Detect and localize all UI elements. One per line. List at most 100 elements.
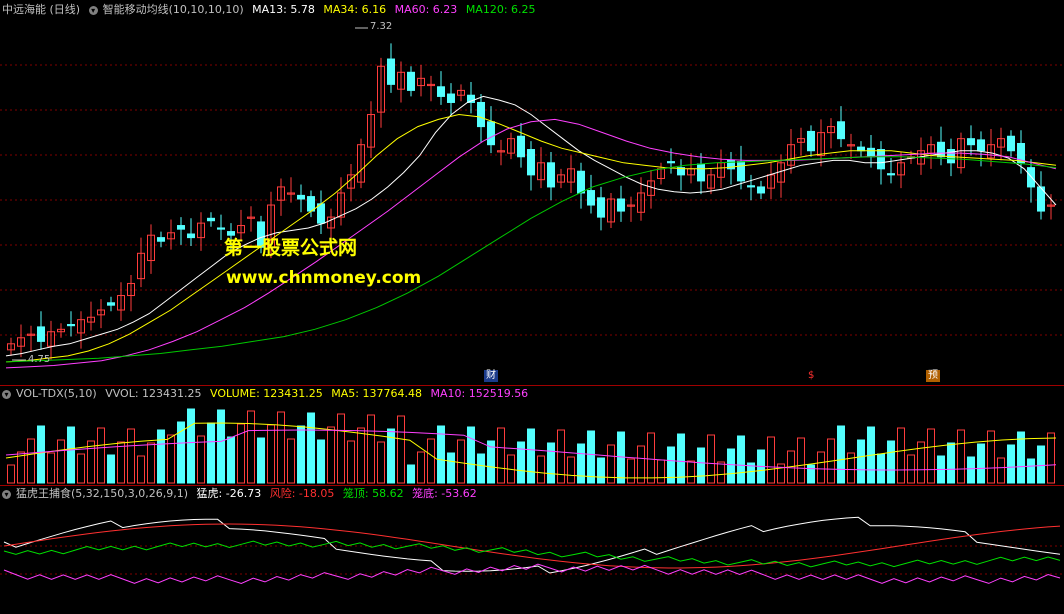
volume-bar bbox=[887, 440, 895, 484]
ma13-line bbox=[5, 95, 1057, 357]
volume-bar bbox=[47, 452, 55, 484]
volume-bar bbox=[167, 434, 175, 484]
volume-bar bbox=[277, 411, 285, 484]
candle-body bbox=[217, 227, 225, 230]
ma60-value: MA60: 6.23 bbox=[394, 3, 458, 16]
volume-bar bbox=[67, 426, 75, 484]
candle-body bbox=[807, 130, 815, 152]
candle-body bbox=[967, 138, 975, 146]
indicator-name[interactable]: 智能移动均线(10,10,10,10) bbox=[103, 3, 244, 16]
volume-bar bbox=[207, 422, 215, 484]
candle-body bbox=[577, 170, 585, 194]
volume-bar bbox=[157, 429, 165, 484]
volume-bar bbox=[97, 427, 105, 484]
volume-bar bbox=[197, 435, 205, 484]
volume-bar bbox=[517, 441, 525, 484]
volume-bar bbox=[297, 425, 305, 484]
ma34-value: MA34: 6.16 bbox=[323, 3, 387, 16]
volume-bar bbox=[1017, 431, 1025, 484]
cage-top-value: 笼顶: 58.62 bbox=[342, 487, 404, 500]
volume-title[interactable]: VOL-TDX(5,10) bbox=[16, 387, 97, 400]
volume-bar bbox=[857, 439, 865, 484]
volume-bar bbox=[677, 433, 685, 484]
volume-bar bbox=[647, 432, 655, 484]
candle-body bbox=[487, 121, 495, 146]
volume-bar bbox=[287, 438, 295, 484]
volume-bar bbox=[467, 426, 475, 484]
candle-body bbox=[407, 71, 415, 91]
volume-bar bbox=[347, 440, 355, 484]
candle-body bbox=[527, 149, 535, 176]
candle-body bbox=[447, 93, 455, 103]
candle-body bbox=[737, 161, 745, 182]
volume-bar bbox=[597, 457, 605, 484]
volume-bar bbox=[357, 427, 365, 484]
volume-bar bbox=[997, 457, 1005, 484]
volume-bar bbox=[457, 439, 465, 484]
volume-bar bbox=[727, 448, 735, 484]
volume-bar bbox=[977, 443, 985, 484]
marker-forecast[interactable]: 预 bbox=[926, 370, 940, 382]
vol-ma5-value: MA5: 137764.48 bbox=[331, 387, 422, 400]
risk-value: 风险: -18.05 bbox=[269, 487, 335, 500]
gear-icon[interactable]: ▾ bbox=[2, 389, 11, 399]
volume-bar bbox=[567, 456, 575, 484]
volume-chart[interactable] bbox=[0, 386, 1064, 485]
candle-body bbox=[37, 326, 45, 342]
cage-bottom-value: 笼底: -53.62 bbox=[412, 487, 477, 500]
volume-bar bbox=[427, 438, 435, 484]
volume-bar bbox=[697, 447, 705, 484]
gear-icon[interactable]: ▾ bbox=[2, 489, 11, 499]
candle-body bbox=[877, 149, 885, 170]
volume-bar bbox=[267, 424, 275, 484]
candle-body bbox=[587, 190, 595, 206]
volume-bar bbox=[967, 456, 975, 484]
volume-header: ▾ VOL-TDX(5,10) VVOL: 123431.25 VOLUME: 1… bbox=[2, 387, 533, 400]
stock-title[interactable]: 中远海能 (日线) bbox=[2, 3, 80, 16]
candle-body bbox=[177, 225, 185, 230]
volume-panel: ▾ VOL-TDX(5,10) VVOL: 123431.25 VOLUME: 1… bbox=[0, 386, 1064, 485]
candle-body bbox=[977, 139, 985, 152]
volume-bar bbox=[397, 415, 405, 484]
vvol-value: VVOL: 123431.25 bbox=[105, 387, 202, 400]
volume-bar bbox=[657, 459, 665, 484]
volume-bar bbox=[577, 443, 585, 484]
candle-body bbox=[207, 217, 215, 222]
volume-bar bbox=[77, 453, 85, 484]
candle-body bbox=[297, 194, 305, 200]
volume-bar bbox=[957, 429, 965, 484]
volume-bar bbox=[127, 428, 135, 484]
volume-bar bbox=[17, 451, 25, 484]
volume-bar bbox=[317, 439, 325, 484]
marker-financial-report[interactable]: 财 bbox=[484, 370, 498, 382]
volume-bar bbox=[307, 412, 315, 484]
volume-bar bbox=[1037, 445, 1045, 484]
volume-bar bbox=[947, 442, 955, 484]
tiger-title[interactable]: 猛虎王捕食(5,32,150,3,0,26,9,1) bbox=[16, 487, 188, 500]
volume-bar bbox=[897, 427, 905, 484]
volume-bar bbox=[547, 442, 555, 484]
volume-bar bbox=[447, 452, 455, 484]
volume-bar bbox=[587, 430, 595, 484]
volume-bar bbox=[247, 410, 255, 484]
volume-bar bbox=[717, 461, 725, 484]
volume-bar bbox=[927, 428, 935, 484]
marker-dividend[interactable]: $ bbox=[806, 370, 816, 382]
candle-body bbox=[477, 101, 485, 128]
candle-body bbox=[387, 58, 395, 85]
candle-body bbox=[857, 146, 865, 152]
main-price-panel: 中远海能 (日线) ▾ 智能移动均线(10,10,10,10) MA13: 5.7… bbox=[0, 0, 1064, 384]
candle-body bbox=[157, 237, 165, 242]
tiger-chart[interactable] bbox=[0, 486, 1064, 614]
volume-value: VOLUME: 123431.25 bbox=[210, 387, 323, 400]
volume-bar bbox=[337, 413, 345, 484]
candle-body bbox=[547, 162, 555, 188]
volume-bar bbox=[537, 455, 545, 484]
volume-bar bbox=[877, 453, 885, 484]
volume-bar bbox=[987, 430, 995, 484]
volume-bar bbox=[7, 464, 15, 484]
volume-bar bbox=[1007, 444, 1015, 484]
price-chart[interactable] bbox=[0, 0, 1064, 384]
gear-icon[interactable]: ▾ bbox=[88, 5, 98, 15]
vol-ma10-value: MA10: 152519.56 bbox=[430, 387, 529, 400]
